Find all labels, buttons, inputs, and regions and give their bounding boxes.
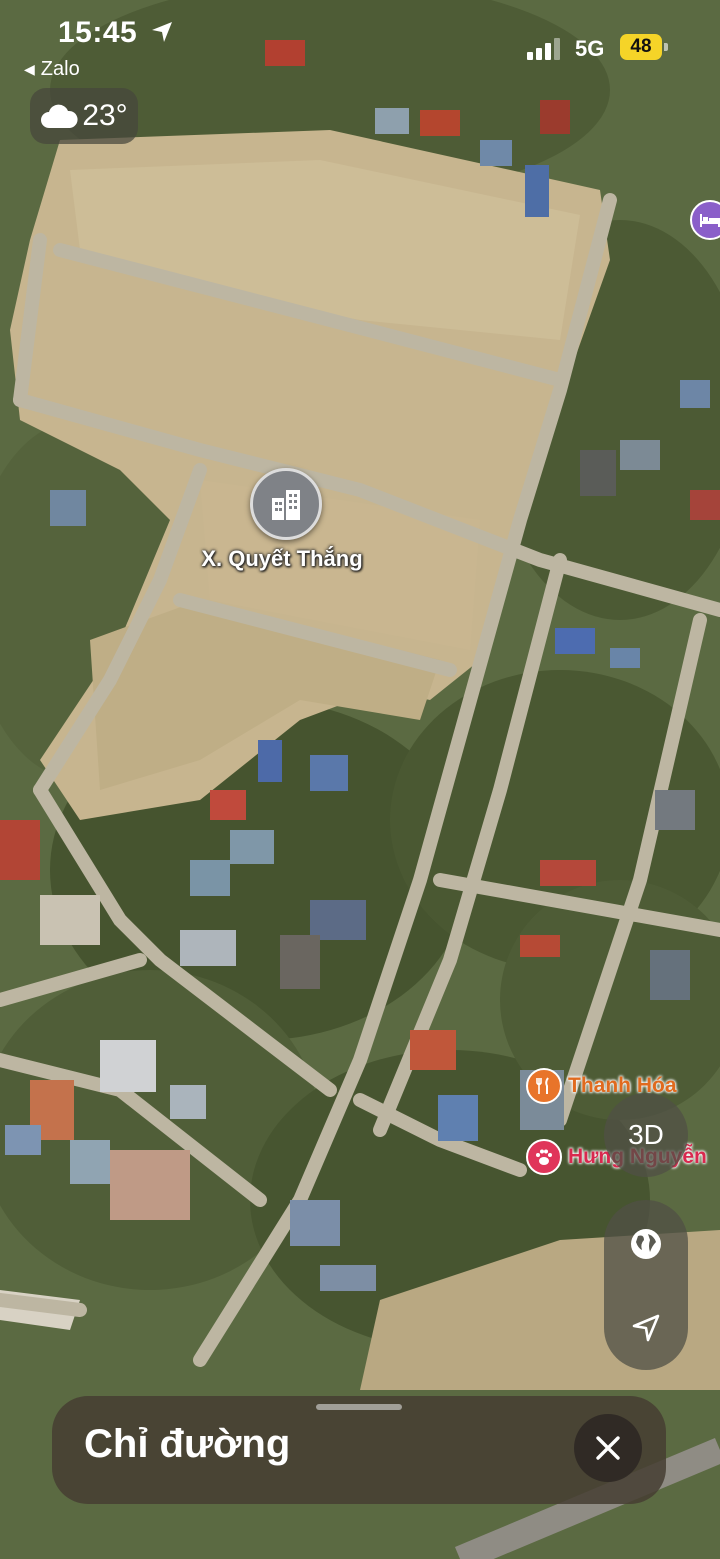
3d-view-button[interactable]: 3D — [604, 1093, 688, 1177]
sheet-grabber[interactable] — [316, 1404, 402, 1410]
location-pin-label[interactable]: X. Quyết Thắng — [150, 546, 414, 572]
poi-restaurant-label: Thanh Hóa — [568, 1074, 677, 1097]
back-arrow-icon: ◀ — [24, 61, 35, 77]
location-arrow-icon — [632, 1314, 660, 1342]
buildings-icon — [272, 490, 300, 520]
directions-sheet[interactable]: Chỉ đường — [52, 1396, 666, 1504]
location-services-icon — [152, 22, 172, 42]
clock: 15:45 — [58, 16, 138, 49]
fork-knife-icon — [526, 1068, 562, 1104]
map-controls — [604, 1200, 688, 1370]
map-type-button[interactable] — [604, 1202, 688, 1286]
location-pin[interactable] — [250, 468, 322, 540]
status-bar: 15:45 ◀ Zalo 5G 48 — [0, 0, 720, 90]
weather-widget[interactable]: 23° — [30, 88, 138, 144]
back-to-app[interactable]: ◀ Zalo — [24, 58, 80, 81]
battery-icon: 48 — [620, 34, 670, 60]
temperature: 23° — [82, 99, 128, 132]
battery-level: 48 — [620, 34, 662, 60]
cloud-icon — [41, 104, 78, 128]
close-icon — [596, 1436, 620, 1460]
close-button[interactable] — [574, 1414, 642, 1482]
paw-icon — [526, 1139, 562, 1175]
directions-title[interactable]: Chỉ đường — [84, 1422, 290, 1467]
bed-icon — [700, 214, 720, 227]
network-type: 5G — [575, 36, 605, 61]
cellular-signal-icon — [527, 38, 560, 60]
back-app-label: Zalo — [40, 58, 80, 80]
current-location-button[interactable] — [604, 1286, 688, 1370]
globe-icon — [631, 1229, 661, 1259]
